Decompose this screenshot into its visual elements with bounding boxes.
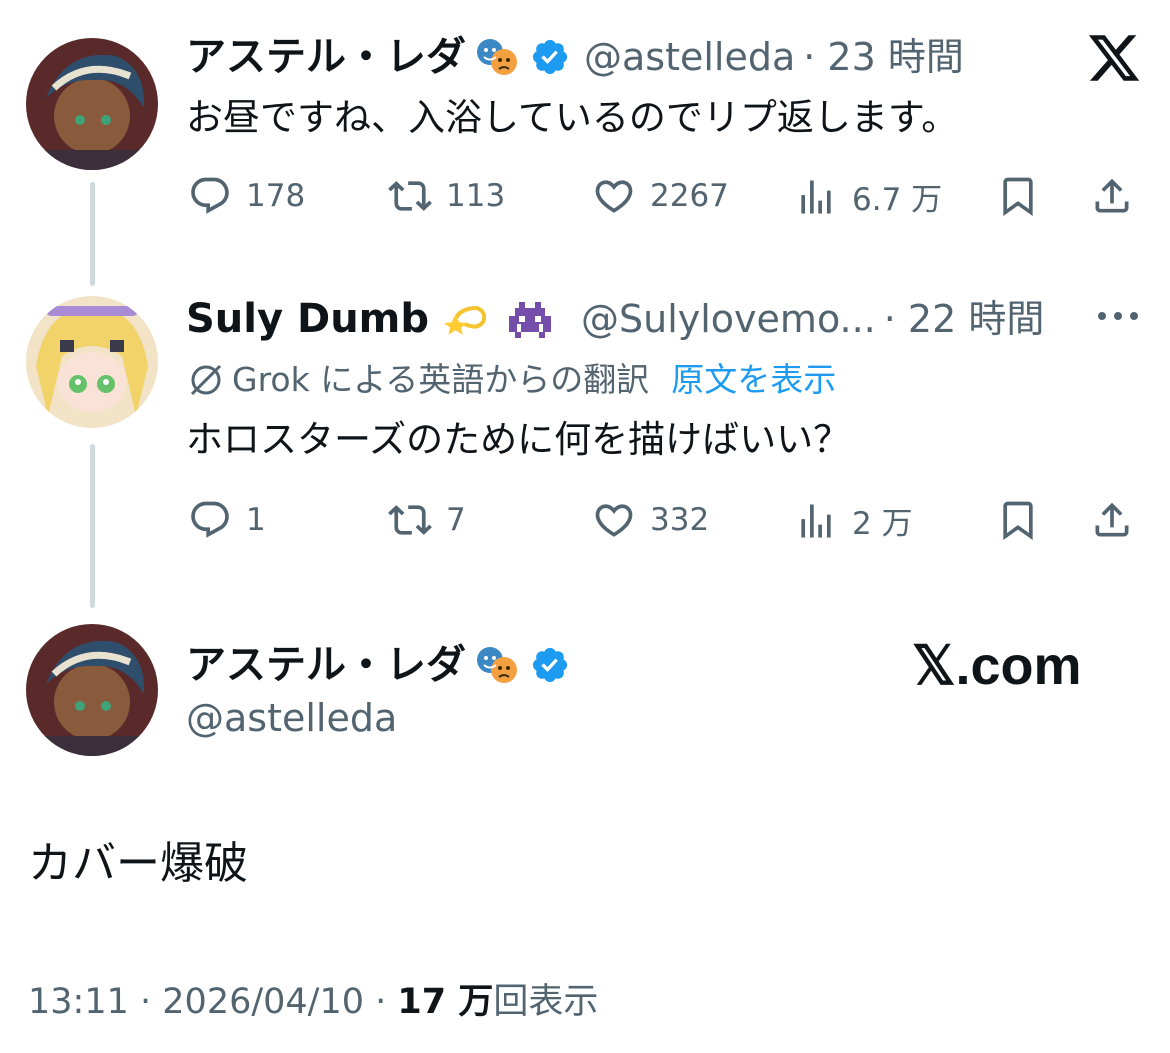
tweet-text: ホロスターズのために何を描けばいい？ — [186, 418, 851, 461]
share-button[interactable] — [1090, 174, 1148, 218]
like-count: 2267 — [650, 178, 729, 214]
author-name[interactable]: Suly Dumb — [186, 295, 429, 343]
author-name[interactable]: アステル・レダ — [186, 641, 466, 689]
bookmark-button[interactable] — [996, 174, 1054, 218]
tweet-time[interactable]: · 23 時間 — [803, 33, 964, 81]
translation-notice: Grok による英語からの翻訳 原文を表示 — [186, 358, 836, 402]
reply-button[interactable]: 1 — [188, 498, 266, 542]
like-count: 332 — [650, 502, 710, 538]
bookmark-button[interactable] — [996, 498, 1054, 542]
share-button[interactable] — [1090, 498, 1148, 542]
retweet-count: 7 — [446, 502, 466, 538]
tweet-time[interactable]: · 22 時間 — [884, 295, 1045, 343]
site-watermark: 𝕏.com — [912, 636, 1082, 696]
retweet-count: 113 — [446, 178, 506, 214]
reply-count: 178 — [246, 178, 306, 214]
views-button[interactable]: 2 万 — [794, 498, 913, 543]
theater-masks-emoji — [472, 32, 522, 82]
avatar[interactable] — [26, 38, 158, 170]
more-icon[interactable] — [1094, 304, 1142, 332]
separator: · — [375, 982, 398, 1022]
bookmark-icon — [1003, 177, 1033, 217]
retweet-icon — [388, 505, 432, 535]
tweet-timestamp[interactable]: 13:11 — [28, 982, 129, 1022]
like-icon — [595, 504, 633, 537]
bookmark-icon — [1003, 501, 1033, 541]
show-original-link[interactable]: 原文を表示 — [671, 358, 836, 402]
theater-masks-emoji — [472, 640, 522, 690]
reply-button[interactable]: 178 — [188, 174, 305, 218]
author-handle[interactable]: @Sulylovemo... — [581, 295, 876, 343]
thread-line — [90, 182, 95, 286]
thread-line — [90, 444, 95, 608]
alien-monster-emoji — [505, 294, 555, 344]
retweet-button[interactable]: 113 — [388, 174, 505, 218]
reply-icon — [191, 177, 229, 214]
retweet-icon — [388, 181, 432, 211]
author-handle[interactable]: @astelleda — [584, 33, 795, 81]
verified-badge-icon — [530, 37, 570, 77]
views-button[interactable]: 6.7 万 — [794, 174, 942, 219]
like-icon — [595, 180, 633, 213]
x-logo-icon — [1086, 30, 1142, 86]
reply-icon — [191, 501, 229, 538]
main-tweet-text: カバー爆破 — [28, 838, 248, 889]
tweet-text: お昼ですね、入浴しているのでリプ返します。 — [186, 96, 959, 139]
verified-badge-icon — [530, 645, 570, 685]
share-icon — [1095, 178, 1129, 213]
translated-by-text: Grok による英語からの翻訳 — [232, 360, 650, 399]
tweet-meta: 13:11 · 2026/04/10 · 17 万回表示 — [28, 980, 598, 1024]
reply-count: 1 — [246, 502, 266, 538]
avatar[interactable] — [26, 296, 158, 428]
views-label: 回表示 — [493, 982, 599, 1022]
like-button[interactable]: 332 — [592, 498, 709, 542]
share-icon — [1095, 502, 1129, 537]
tweet-date[interactable]: 2026/04/10 — [162, 982, 364, 1022]
avatar[interactable] — [26, 624, 158, 756]
views-icon — [801, 180, 831, 213]
views-count: 2 万 — [852, 506, 913, 542]
views-total: 17 万 — [397, 982, 494, 1022]
like-button[interactable]: 2267 — [592, 174, 729, 218]
author-name[interactable]: アステル・レダ — [186, 33, 466, 81]
author-handle[interactable]: @astelleda — [186, 694, 397, 742]
separator: · — [140, 982, 163, 1022]
views-icon — [801, 504, 831, 537]
retweet-button[interactable]: 7 — [388, 498, 466, 542]
dizzy-emoji — [443, 294, 493, 344]
views-count: 6.7 万 — [852, 182, 943, 218]
grok-icon — [186, 360, 226, 400]
